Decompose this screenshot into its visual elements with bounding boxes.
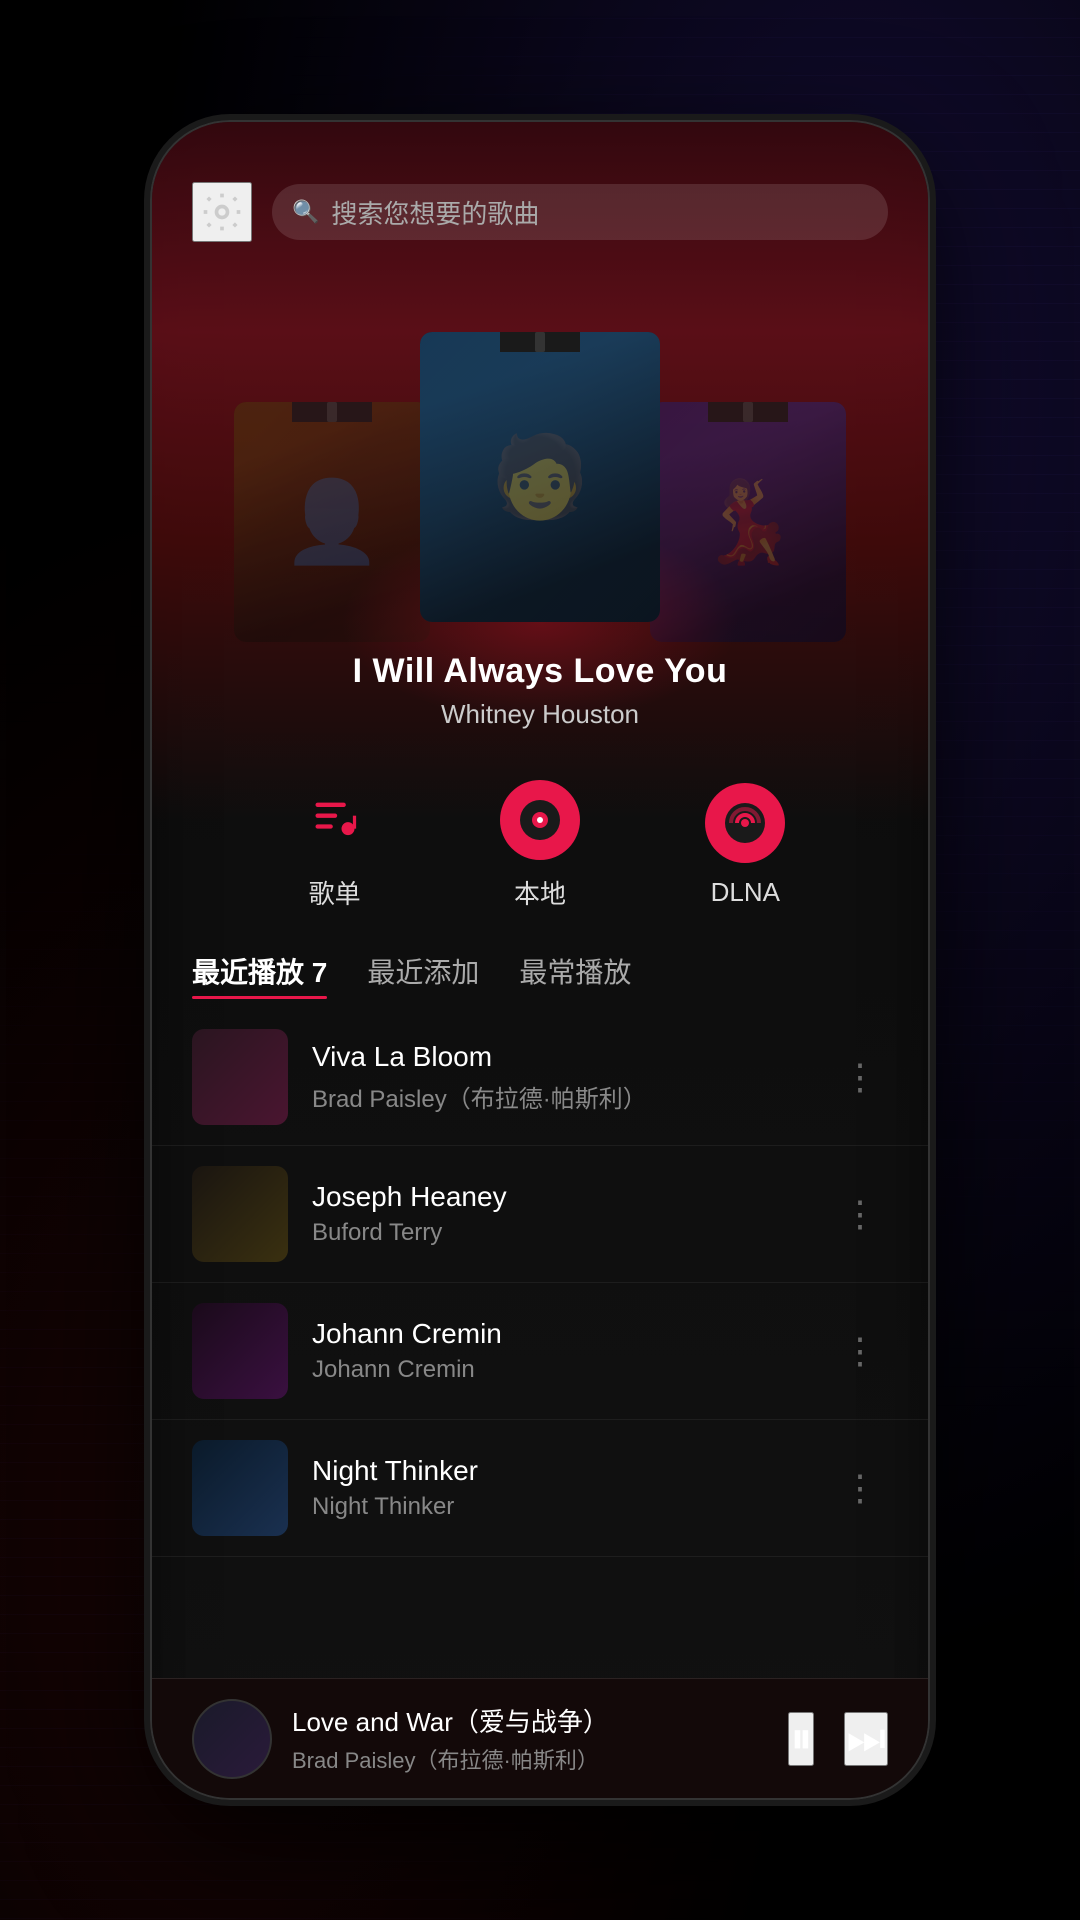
song-title-3: Johann Cremin [312,1318,808,1350]
song-item-2[interactable]: Joseph Heaney Buford Terry ⋮ [152,1146,928,1283]
playback-controls: ⏸ ⏭ [788,1712,888,1766]
album-art-3: 💃 [650,402,846,642]
search-placeholder-text: 搜索您想要的歌曲 [331,194,539,231]
person-silhouette-1: 👤 [234,402,430,642]
tab-recent[interactable]: 最近播放 7 [192,951,327,999]
album-carousel: 👤 🧑 💃 [152,282,928,622]
app-content: 🔍 搜索您想要的歌曲 👤 🧑 💃 [152,122,928,1798]
more-button-2[interactable]: ⋮ [832,1183,888,1245]
song-thumb-2 [192,1166,288,1262]
next-button[interactable]: ⏭ [844,1712,888,1766]
song-item-3[interactable]: Johann Cremin Johann Cremin ⋮ [152,1283,928,1420]
phone-frame: 🔍 搜索您想要的歌曲 👤 🧑 💃 [150,120,930,1800]
song-artist-2: Buford Terry [312,1219,808,1247]
dlna-icon-circle [705,783,785,863]
song-title-1: Viva La Bloom [312,1041,808,1073]
nav-dlna-label: DLNA [711,877,780,908]
vinyl-top-right [708,402,788,422]
album-card-right[interactable]: 💃 [650,402,846,642]
search-icon: 🔍 [292,199,319,225]
album-card-left[interactable]: 👤 [234,402,430,642]
gear-icon [200,190,244,234]
song-info-4: Night Thinker Night Thinker [312,1455,808,1521]
track-title: I Will Always Love You [152,652,928,691]
nav-local-label: 本地 [514,874,566,911]
local-icon-circle [500,780,580,860]
song-item-1[interactable]: Viva La Bloom Brad Paisley（布拉德·帕斯利） ⋮ [152,1009,928,1146]
vinyl-top-left [292,402,372,422]
person-silhouette-3: 💃 [650,402,846,642]
local-icon [516,796,564,844]
song-artist-1: Brad Paisley（布拉德·帕斯利） [312,1079,808,1114]
nav-playlist[interactable]: 歌单 [295,780,375,911]
more-button-4[interactable]: ⋮ [832,1457,888,1519]
album-art-1: 👤 [234,402,430,642]
more-button-3[interactable]: ⋮ [832,1320,888,1382]
tab-frequent[interactable]: 最常播放 [519,951,631,999]
song-title-4: Night Thinker [312,1455,808,1487]
playlist-icon-circle [295,780,375,860]
now-playing-info: Love and War（爱与战争） Brad Paisley（布拉德·帕斯利） [292,1702,768,1775]
album-card-center[interactable]: 🧑 [420,332,660,622]
song-thumb-4 [192,1440,288,1536]
nav-playlist-label: 歌单 [309,874,361,911]
song-artist-3: Johann Cremin [312,1356,808,1384]
header: 🔍 搜索您想要的歌曲 [152,122,928,262]
playlist-icon [309,794,361,846]
song-title-2: Joseph Heaney [312,1181,808,1213]
more-button-1[interactable]: ⋮ [832,1046,888,1108]
person-silhouette-2: 🧑 [420,332,660,622]
search-bar[interactable]: 🔍 搜索您想要的歌曲 [272,184,888,240]
pause-button[interactable]: ⏸ [788,1712,814,1766]
dlna-icon [721,799,769,847]
tabs-row: 最近播放 7 最近添加 最常播放 [152,941,928,1009]
now-playing-bar[interactable]: Love and War（爱与战争） Brad Paisley（布拉德·帕斯利）… [152,1678,928,1798]
nav-dlna[interactable]: DLNA [705,783,785,908]
nav-local[interactable]: 本地 [500,780,580,911]
vinyl-top-center [500,332,580,352]
song-artist-4: Night Thinker [312,1493,808,1521]
song-info-2: Joseph Heaney Buford Terry [312,1181,808,1247]
now-playing-artist: Brad Paisley（布拉德·帕斯利） [292,1743,768,1775]
now-playing-title: Love and War（爱与战争） [292,1702,768,1739]
track-info: I Will Always Love You Whitney Houston [152,652,928,730]
tab-added[interactable]: 最近添加 [367,951,479,999]
nav-icons: 歌单 本地 [152,730,928,941]
song-thumb-3 [192,1303,288,1399]
song-item-4[interactable]: Night Thinker Night Thinker ⋮ [152,1420,928,1557]
song-info-3: Johann Cremin Johann Cremin [312,1318,808,1384]
settings-button[interactable] [192,182,252,242]
song-info-1: Viva La Bloom Brad Paisley（布拉德·帕斯利） [312,1041,808,1114]
album-art-2: 🧑 [420,332,660,622]
now-playing-thumb [192,1699,272,1779]
track-artist: Whitney Houston [152,699,928,730]
song-thumb-1 [192,1029,288,1125]
